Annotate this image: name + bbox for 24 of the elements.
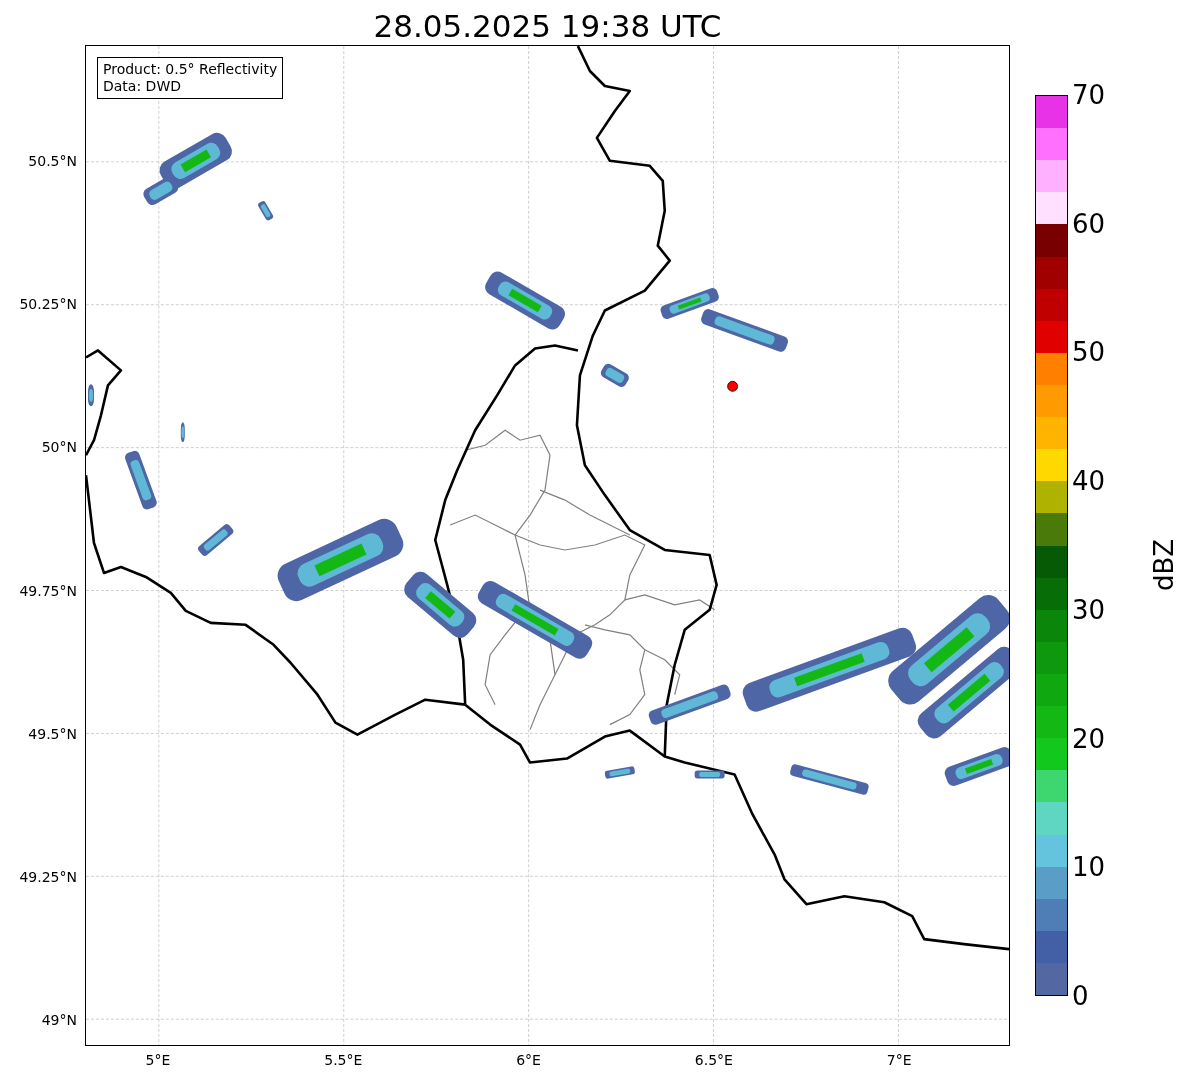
colorbar-tick-label: 60 [1072, 209, 1106, 238]
longitude-label: 7°E [886, 1052, 912, 1068]
colorbar-tick-label: 10 [1072, 853, 1106, 882]
longitude-label: 6.5°E [694, 1052, 733, 1068]
chart-title: 28.05.2025 19:38 UTC [373, 7, 722, 45]
latitude-label: 50°N [41, 439, 77, 456]
latitude-label: 49.25°N [19, 869, 77, 885]
colorbar-tick-label: 50 [1072, 338, 1106, 367]
info-text: Data: DWD [103, 78, 182, 95]
colorbar-label: dBZ [1149, 538, 1180, 592]
colorbar-tick-label: 30 [1072, 595, 1106, 624]
colorbar-tick-label: 20 [1072, 724, 1106, 753]
latitude-label: 49.75°N [19, 582, 77, 599]
colorbar-tick-label: 40 [1072, 467, 1106, 496]
colorbar-tick-label: 70 [1072, 81, 1106, 109]
latitude-label: 50.25°N [19, 296, 77, 313]
latitude-label: 50.5°N [28, 153, 77, 169]
latitude-label: 49.5°N [28, 725, 77, 742]
longitude-label: 5°E [145, 1052, 171, 1068]
longitude-label: 6°E [516, 1052, 541, 1068]
info-text: Product: 0.5° Reflectivity [103, 61, 278, 78]
colorbar-tick-label: 0 [1072, 982, 1089, 1010]
longitude-label: 5.5°E [324, 1052, 363, 1068]
latitude-label: 49°N [41, 1012, 77, 1029]
